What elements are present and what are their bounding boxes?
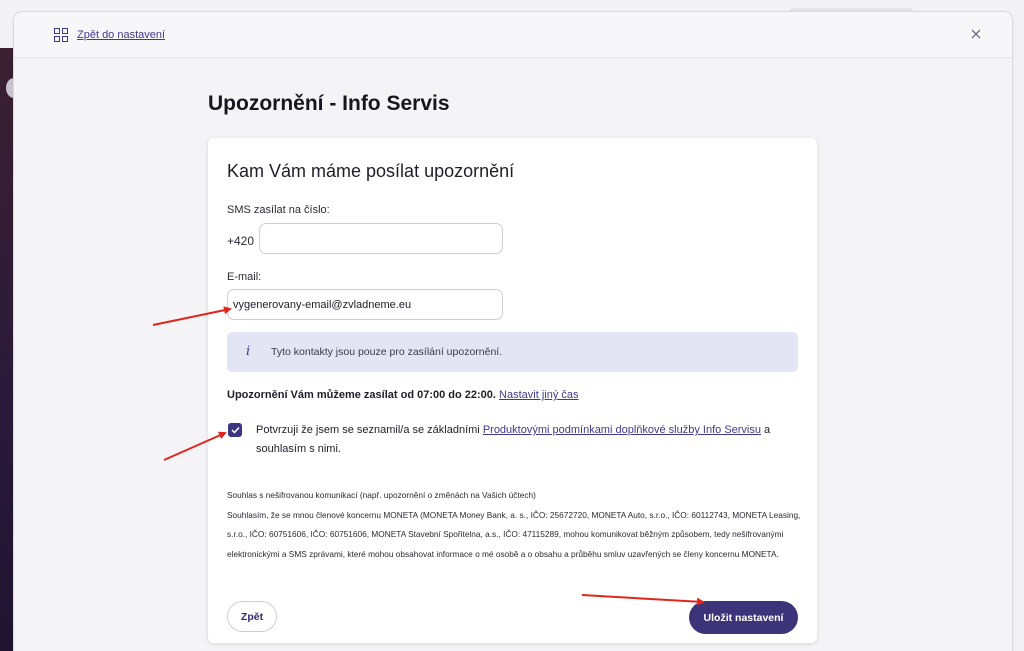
email-label: E-mail:	[227, 271, 262, 283]
settings-modal: Zpět do nastavení Upozornění - Info Serv…	[14, 12, 1012, 651]
modal-header: Zpět do nastavení	[14, 12, 1012, 58]
grid-icon	[54, 28, 68, 42]
consent-prefix: Potvrzuji že jsem se seznamil/a se zákla…	[256, 424, 483, 436]
legal-consent: Souhlas s nešifrovanou komunikací (např.…	[227, 486, 802, 564]
set-other-time-link[interactable]: Nastavit jiný čas	[499, 389, 578, 401]
page-title: Upozornění - Info Servis	[208, 92, 450, 115]
card-heading: Kam Vám máme posílat upozornění	[227, 161, 515, 181]
checkmark-icon	[230, 426, 240, 434]
consent-checkbox[interactable]	[228, 423, 242, 437]
close-icon[interactable]	[968, 26, 984, 42]
info-icon: i	[246, 344, 251, 359]
legal-body: Souhlasím, že se mnou členové koncernu M…	[227, 509, 801, 559]
phone-input[interactable]	[259, 223, 503, 254]
save-settings-button[interactable]: Uložit nastavení	[689, 601, 798, 634]
notification-settings-card: Kam Vám máme posílat upozornění SMS zasí…	[208, 138, 817, 643]
info-box: i Tyto kontakty jsou pouze pro zasílání …	[227, 332, 798, 372]
legal-title: Souhlas s nešifrovanou komunikací (např.…	[227, 490, 536, 500]
product-terms-link[interactable]: Produktovými podmínkami doplňkové služby…	[483, 424, 761, 436]
back-link-label[interactable]: Zpět do nastavení	[77, 29, 165, 41]
email-input[interactable]	[227, 289, 503, 320]
notification-time-text: Upozornění Vám můžeme zasílat od 07:00 d…	[227, 389, 496, 401]
info-text: Tyto kontakty jsou pouze pro zasílání up…	[271, 346, 503, 358]
consent-text: Potvrzuji že jsem se seznamil/a se zákla…	[256, 421, 796, 459]
notification-time-line: Upozornění Vám můžeme zasílat od 07:00 d…	[227, 389, 579, 401]
back-button[interactable]: Zpět	[227, 601, 277, 632]
background-sidebar	[0, 48, 14, 651]
phone-prefix: +420	[227, 234, 255, 248]
background-right-edge	[1012, 48, 1024, 651]
back-to-settings-link[interactable]: Zpět do nastavení	[54, 28, 165, 42]
sms-label: SMS zasílat na číslo:	[227, 204, 330, 216]
